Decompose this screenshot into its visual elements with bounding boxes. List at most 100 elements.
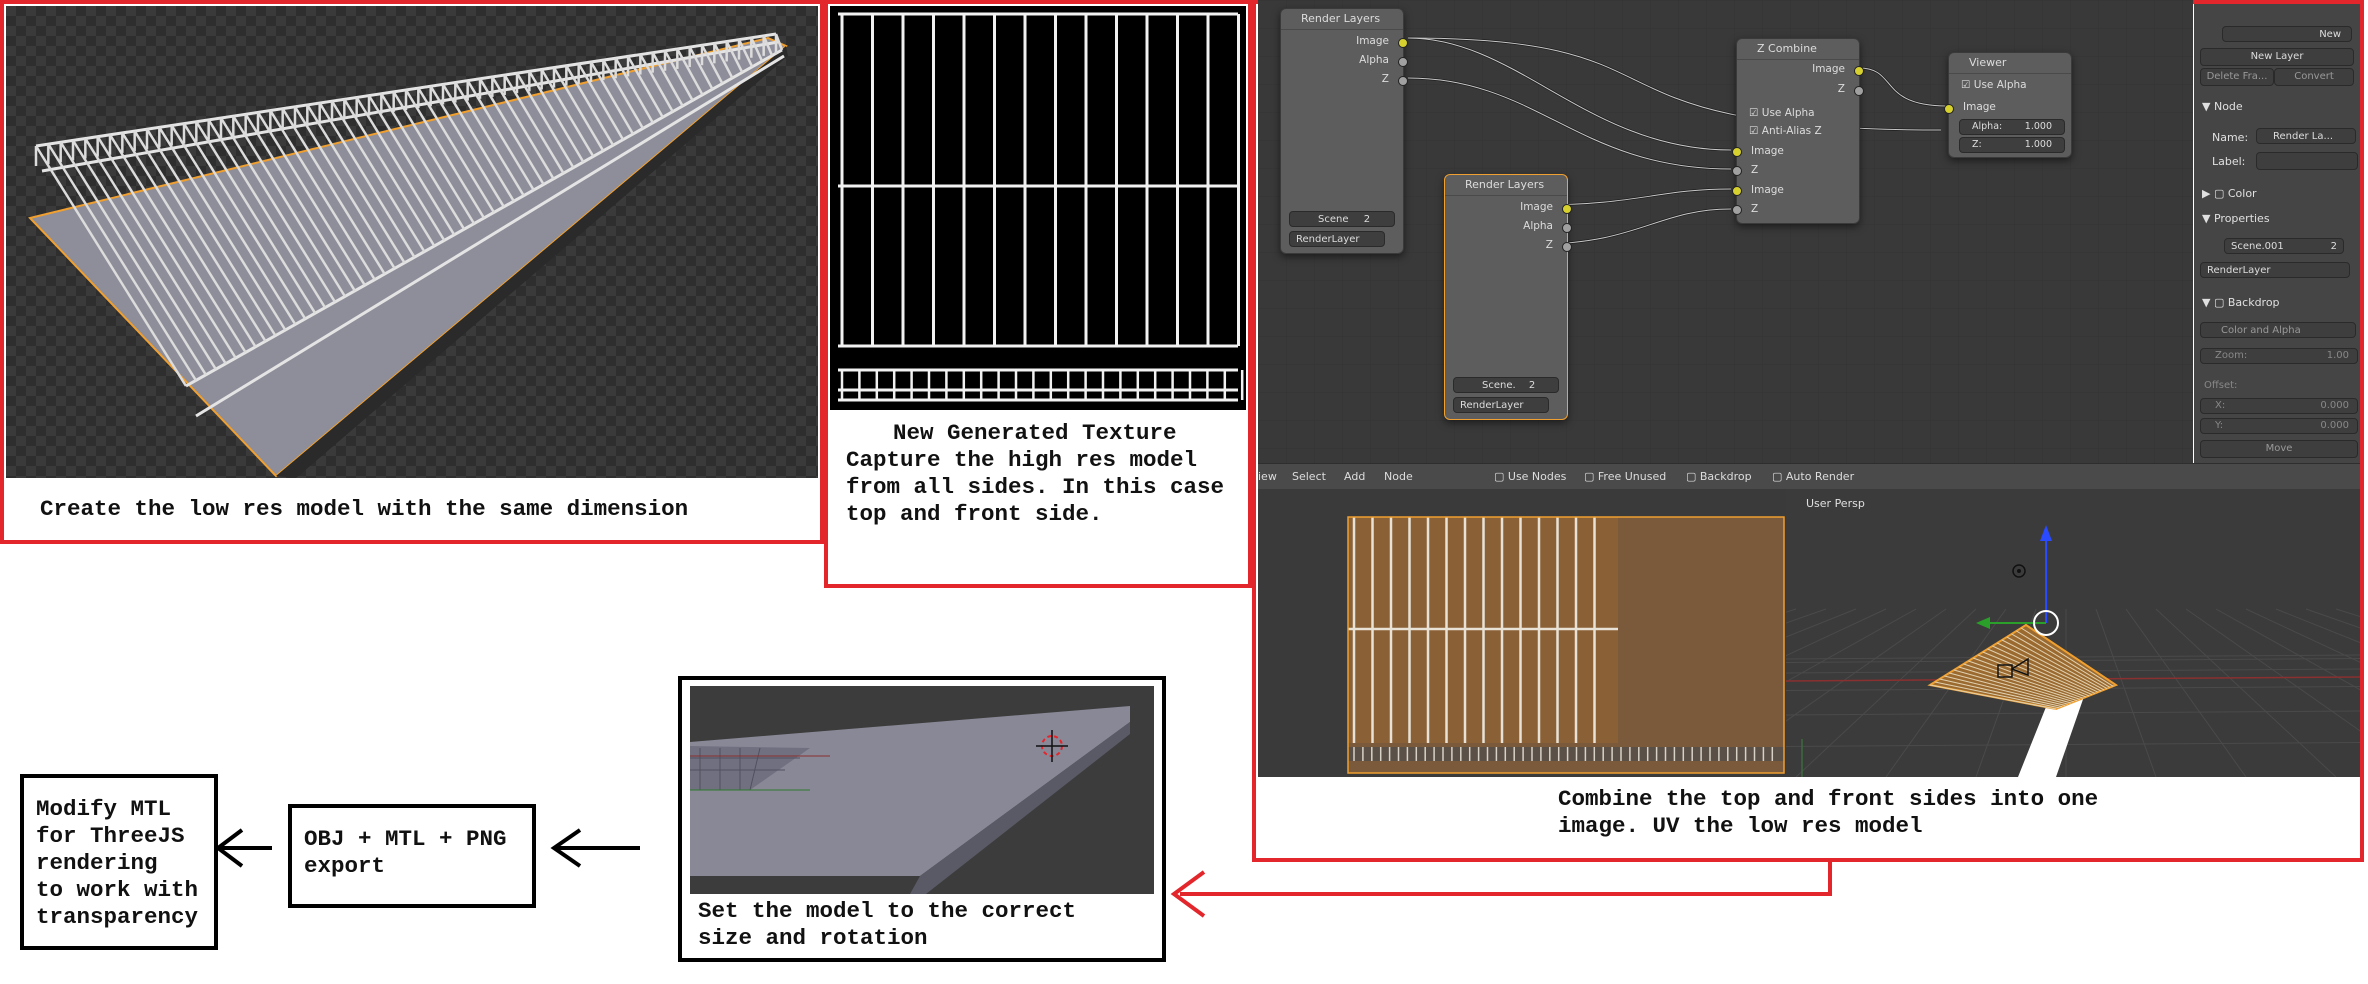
caption-texture-line-1: Capture the high res model <box>846 447 1198 473</box>
rl2-socket-z[interactable] <box>1562 242 1572 252</box>
color-alpha-field[interactable]: Color and Alpha <box>2200 322 2356 338</box>
label-field[interactable] <box>2256 152 2358 170</box>
3d-viewport[interactable]: User Persp <box>1786 489 2360 777</box>
zc-socket-in-image-2[interactable] <box>1732 186 1742 196</box>
layer-field[interactable]: RenderLayer <box>2200 262 2350 278</box>
color-alpha-value: Color and Alpha <box>2221 325 2301 336</box>
caption-export-line-2: export <box>304 853 386 879</box>
offset-x-value: 0.000 <box>2320 400 2349 411</box>
offset-label: Offset: <box>2204 380 2238 391</box>
rl1-scene-field[interactable]: Scene 2 <box>1289 211 1395 227</box>
check-free-unused[interactable]: ▢ Free Unused <box>1584 470 1666 483</box>
color-section-label: Color <box>2227 187 2257 200</box>
zc-socket-in-z-1[interactable] <box>1732 166 1742 176</box>
delete-frame-button[interactable]: Delete Fra... <box>2200 68 2274 86</box>
viewer-use-alpha-label: Use Alpha <box>1973 79 2027 91</box>
properties-section-header[interactable]: ▼ Properties <box>2202 212 2270 225</box>
name-label: Name: <box>2212 131 2249 144</box>
offset-x-label: X: <box>2215 400 2226 411</box>
zc-option-use-alpha[interactable]: ☑ Use Alpha <box>1749 107 1815 119</box>
rl2-layer-value: RenderLayer <box>1460 400 1524 411</box>
offset-x-field[interactable]: X: 0.000 <box>2200 398 2358 414</box>
lamp-icon[interactable] <box>2012 564 2026 578</box>
menu-node[interactable]: Node <box>1384 470 1413 483</box>
convert-button[interactable]: Convert <box>2274 68 2354 86</box>
node-section-label: Node <box>2213 100 2243 113</box>
new-layer-button[interactable]: New Layer <box>2200 48 2354 66</box>
use-nodes-label: Use Nodes <box>1507 470 1567 483</box>
color-section-header[interactable]: ▶ ▢ Color <box>2202 187 2257 200</box>
zc-input-z-2: Z <box>1751 203 1759 215</box>
render-layers-node-2-title: Render Layers <box>1445 175 1567 196</box>
z-combine-node[interactable]: Z Combine Image Z ☑ Use Alpha ☑ Anti-Ali… <box>1732 38 1864 224</box>
zc-socket-in-image-1[interactable] <box>1732 147 1742 157</box>
node-editor[interactable]: Render Layers Image Alpha Z Scene 2 Rend… <box>1258 0 2193 463</box>
zc-input-image-2: Image <box>1751 184 1784 196</box>
name-field[interactable]: Render La... <box>2256 128 2356 144</box>
scene-value: Scene.001 <box>2231 241 2284 252</box>
zc-use-alpha-label: Use Alpha <box>1761 107 1815 119</box>
zoom-value: 1.00 <box>2326 350 2349 361</box>
set-model-viewport <box>690 686 1154 894</box>
move-button[interactable]: Move <box>2200 440 2358 458</box>
red-connector-arrow <box>1170 862 1832 918</box>
rl1-socket-image[interactable] <box>1398 38 1408 48</box>
check-use-nodes[interactable]: ▢ Use Nodes <box>1494 470 1566 483</box>
rl1-layer-field[interactable]: RenderLayer <box>1289 231 1385 247</box>
rl2-output-image: Image <box>1520 201 1553 213</box>
rl2-layer-field[interactable]: RenderLayer <box>1453 397 1549 413</box>
viewer-input-image: Image <box>1963 101 1996 113</box>
new-button[interactable]: New <box>2222 26 2352 42</box>
zc-input-z-1: Z <box>1751 164 1759 176</box>
rl1-socket-alpha[interactable] <box>1398 57 1408 67</box>
rl2-scene-value: Scene. <box>1482 380 1516 391</box>
backdrop-section-label: Backdrop <box>2227 296 2280 309</box>
offset-y-field[interactable]: Y: 0.000 <box>2200 418 2358 434</box>
caption-set-model-line-2: size and rotation <box>698 925 928 951</box>
scene-users: 2 <box>2330 241 2337 252</box>
high-res-render <box>6 6 818 478</box>
caption-modify-line-5: transparency <box>36 904 199 930</box>
viewer-alpha-value: 1.000 <box>2024 121 2052 132</box>
menu-add[interactable]: Add <box>1344 470 1365 483</box>
menu-view[interactable]: iew <box>1258 470 1277 483</box>
caption-set-model-line-1: Set the model to the correct <box>698 898 1077 924</box>
viewer-socket-image[interactable] <box>1944 104 1954 114</box>
viewer-node[interactable]: Viewer ☑ Use Alpha Image Alpha: 1.000 Z: 1… <box>1944 52 2072 158</box>
free-unused-label: Free Unused <box>1597 470 1667 483</box>
scene-field[interactable]: Scene.001 2 <box>2224 238 2344 254</box>
rl1-socket-z[interactable] <box>1398 76 1408 86</box>
backdrop-label: Backdrop <box>1699 470 1752 483</box>
zc-antialias-label: Anti-Alias Z <box>1761 125 1822 137</box>
rl2-socket-alpha[interactable] <box>1562 223 1572 233</box>
render-layers-node-2[interactable]: Render Layers Image Alpha Z Scene. 2 Ren… <box>1444 174 1572 420</box>
check-backdrop[interactable]: ▢ Backdrop <box>1686 470 1752 483</box>
zc-socket-in-z-2[interactable] <box>1732 205 1742 215</box>
rl2-scene-field[interactable]: Scene. 2 <box>1453 377 1559 393</box>
render-layers-node-1[interactable]: Render Layers Image Alpha Z Scene 2 Rend… <box>1280 8 1408 254</box>
transform-gizmo-icon[interactable] <box>1976 525 2059 636</box>
caption-modify-line-4: to work with <box>36 877 199 903</box>
rl2-socket-image[interactable] <box>1562 204 1572 214</box>
uv-editor[interactable] <box>1258 489 1786 777</box>
zc-option-antialias[interactable]: ☑ Anti-Alias Z <box>1749 125 1822 137</box>
caption-texture-title: New Generated Texture <box>893 420 1177 446</box>
render-layers-node-1-title: Render Layers <box>1281 9 1403 30</box>
zc-socket-out-z[interactable] <box>1854 86 1864 96</box>
rl2-scene-users: 2 <box>1528 380 1536 391</box>
generated-texture <box>830 6 1246 410</box>
viewer-use-alpha[interactable]: ☑ Use Alpha <box>1961 79 2027 91</box>
layer-value: RenderLayer <box>2207 265 2271 276</box>
offset-y-value: 0.000 <box>2320 420 2349 431</box>
backdrop-section-header[interactable]: ▼ ▢ Backdrop <box>2202 296 2280 309</box>
caption-export-line-1: OBJ + MTL + PNG <box>304 826 507 852</box>
viewer-z-field[interactable]: Z: 1.000 <box>1959 137 2065 153</box>
viewer-alpha-label: Alpha: <box>1972 121 2003 132</box>
node-section-header[interactable]: ▼ Node <box>2202 100 2243 113</box>
menu-select[interactable]: Select <box>1292 470 1326 483</box>
check-auto-render[interactable]: ▢ Auto Render <box>1772 470 1854 483</box>
zoom-field[interactable]: Zoom: 1.00 <box>2200 348 2358 364</box>
viewer-alpha-field[interactable]: Alpha: 1.000 <box>1959 119 2065 135</box>
zc-socket-out-image[interactable] <box>1854 66 1864 76</box>
zoom-label: Zoom: <box>2215 350 2248 361</box>
